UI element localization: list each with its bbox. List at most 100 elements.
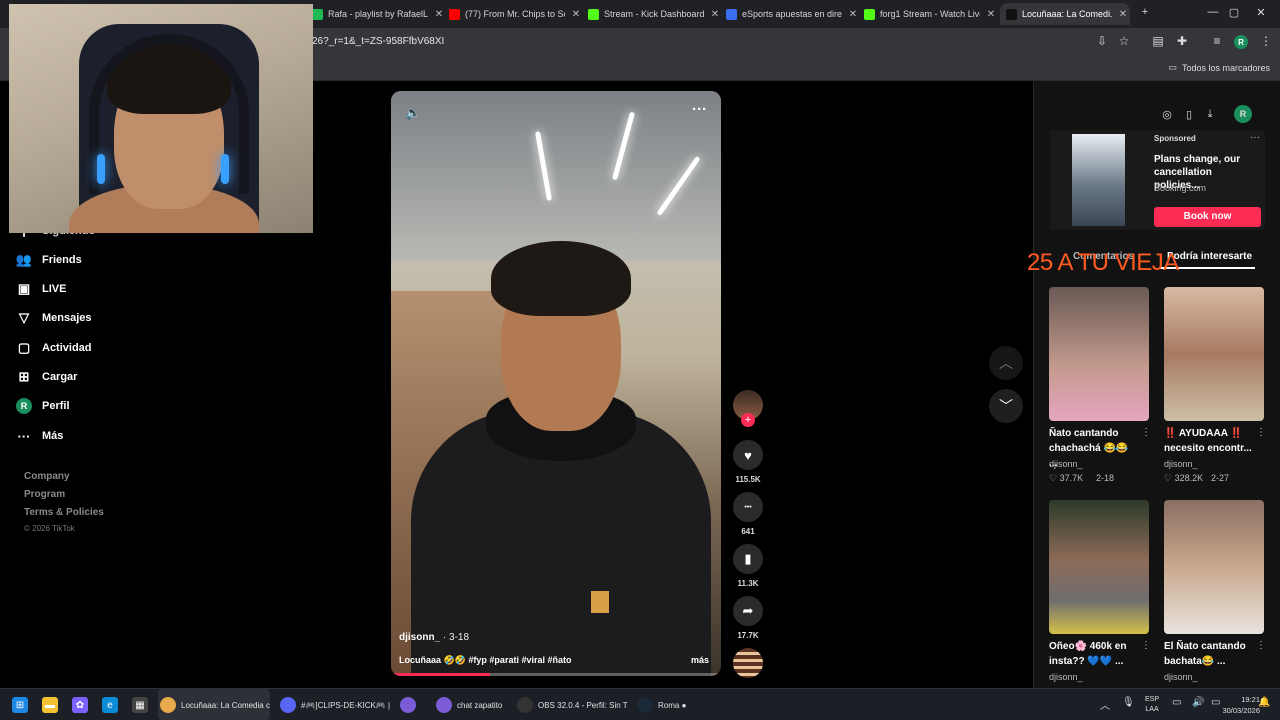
mute-icon[interactable]: 🔈 bbox=[405, 105, 421, 121]
profile-avatar[interactable]: R bbox=[1234, 35, 1248, 49]
grid-video-title[interactable]: Oñeo🌸 460k en insta?? 💙💙 ... bbox=[1049, 639, 1139, 669]
notifications-icon[interactable]: 🔔 bbox=[1258, 697, 1270, 708]
like-action[interactable]: ♥ 115.5K bbox=[733, 440, 763, 484]
creator-avatar[interactable]: + bbox=[733, 390, 763, 427]
clock[interactable]: 19:21 30/03/2026 bbox=[1220, 694, 1260, 716]
video-progress-bar[interactable] bbox=[391, 673, 721, 676]
grid-options-icon[interactable]: ⋮ bbox=[1256, 640, 1266, 651]
extensions-icon[interactable]: ✚ bbox=[1174, 34, 1190, 48]
tab-you-may-like[interactable]: Podría interesarte bbox=[1167, 251, 1252, 262]
url-field[interactable]: 26?_r=1&_t=ZS-958FfbV68XI bbox=[312, 36, 444, 47]
cast-icon[interactable]: ▤ bbox=[1150, 34, 1166, 48]
ad-options-icon[interactable]: ··· bbox=[1250, 132, 1260, 143]
tab-close-icon[interactable]: ✕ bbox=[984, 9, 998, 20]
footer-link[interactable]: Company bbox=[24, 471, 70, 482]
taskbar-app[interactable] bbox=[400, 697, 421, 713]
grid-video-user[interactable]: djisonn_ bbox=[1049, 672, 1083, 682]
all-bookmarks-link[interactable]: ▭ Todos los marcadores bbox=[1168, 62, 1270, 73]
download-icon[interactable]: ⤓ bbox=[1203, 108, 1217, 121]
follow-plus-icon[interactable]: + bbox=[741, 413, 755, 427]
browser-tab[interactable]: Stream - Kick Dashboard ✕ bbox=[588, 3, 722, 25]
close-window-icon[interactable]: ✕ bbox=[1254, 6, 1268, 19]
grid-video-thumbnail[interactable] bbox=[1049, 500, 1149, 634]
share-action[interactable]: ➦ 17.7K bbox=[733, 596, 763, 640]
browser-tab[interactable]: forg1 Stream - Watch Live... ✕ bbox=[864, 3, 998, 25]
browser-tab[interactable]: Rafa - playlist by RafaelLa... ✕ bbox=[312, 3, 446, 25]
install-app-icon[interactable]: ⇩ bbox=[1094, 34, 1110, 48]
grid-options-icon[interactable]: ⋮ bbox=[1141, 427, 1151, 438]
taskbar-app[interactable]: OBS 32.0.4 - Perfil: Sin T bbox=[517, 697, 628, 713]
comment-icon[interactable]: ••• bbox=[733, 492, 763, 522]
caption-more-link[interactable]: más bbox=[691, 655, 709, 665]
grid-video-title[interactable]: El Ñato cantando bachata😂 ... bbox=[1164, 639, 1254, 669]
tab-close-icon[interactable]: ✕ bbox=[846, 9, 860, 20]
sidebar-item-friends[interactable]: 👥 Friends bbox=[16, 252, 82, 268]
sidebar-item-perfil[interactable]: R Perfil bbox=[16, 398, 70, 414]
video-player[interactable]: 🔈 ··· djisonn_ · 3-18 Locuñaaa 🤣🤣 #fyp #… bbox=[391, 91, 721, 676]
comment-action[interactable]: ••• 641 bbox=[733, 492, 763, 536]
taskbar-app[interactable]: #🎮]CLIPS-DE-KICK🎮 | bbox=[280, 697, 390, 713]
browser-tab[interactable]: eSports apuestas en direc... ✕ bbox=[726, 3, 860, 25]
next-video-button[interactable]: ﹀ bbox=[989, 389, 1023, 423]
grid-video-thumbnail[interactable] bbox=[1049, 287, 1149, 421]
grid-options-icon[interactable]: ⋮ bbox=[1141, 640, 1151, 651]
grid-video-title[interactable]: ‼️ AYUDAAA ‼️ necesito encontr... bbox=[1164, 426, 1254, 456]
microphone-icon[interactable]: 🎙 bbox=[1122, 697, 1135, 708]
footer-link[interactable]: Terms & Policies bbox=[24, 507, 104, 518]
sidebar-item-actividad[interactable]: ▢ Actividad bbox=[16, 340, 92, 356]
menu-kebab-icon[interactable]: ⋮ bbox=[1258, 34, 1274, 48]
bookmark-icon[interactable]: ▮ bbox=[733, 544, 763, 574]
sidebar-item-label: Más bbox=[42, 430, 64, 442]
minimize-icon[interactable]: — bbox=[1206, 6, 1220, 18]
star-bookmark-icon[interactable]: ☆ bbox=[1116, 34, 1132, 48]
compass-icon[interactable]: ◎ bbox=[1160, 108, 1174, 121]
tab-title: Stream - Kick Dashboard bbox=[604, 9, 704, 19]
previous-video-button[interactable]: ︿ bbox=[989, 346, 1023, 380]
grid-options-icon[interactable]: ⋮ bbox=[1256, 427, 1266, 438]
start-button[interactable]: ⊞ bbox=[12, 697, 28, 713]
sidebar-item-cargar[interactable]: ⊞ Cargar bbox=[16, 369, 78, 385]
grid-video-user[interactable]: djisonn_ bbox=[1164, 672, 1198, 682]
tab-close-icon[interactable]: ✕ bbox=[569, 9, 583, 20]
footer-link[interactable]: Program bbox=[24, 489, 65, 500]
sidebar-item-mensajes[interactable]: ▽ Mensajes bbox=[16, 310, 92, 326]
copilot-button[interactable]: ✿ bbox=[72, 697, 88, 713]
video-author[interactable]: djisonn_ · 3-18 bbox=[399, 632, 469, 643]
video-more-options-icon[interactable]: ··· bbox=[692, 101, 707, 118]
tab-close-icon[interactable]: ✕ bbox=[432, 9, 446, 20]
browser-tab[interactable]: Locuñaaa: La Comedi... ✕ bbox=[1000, 3, 1130, 25]
volume-icon[interactable]: 🔊 bbox=[1192, 697, 1204, 708]
sound-disc[interactable] bbox=[733, 648, 763, 678]
like-icon[interactable]: ♥ bbox=[733, 440, 763, 470]
taskbar-app[interactable]: Roma ● bbox=[637, 697, 686, 713]
new-tab-icon[interactable]: + bbox=[1138, 6, 1152, 18]
book-now-button[interactable]: Book now bbox=[1154, 207, 1261, 227]
browser-tab[interactable]: (77) From Mr. Chips to Sc... ✕ bbox=[449, 3, 583, 25]
grid-video-thumbnail[interactable] bbox=[1164, 500, 1264, 634]
tab-close-icon[interactable]: ✕ bbox=[1116, 9, 1130, 20]
mobile-icon[interactable]: ▯ bbox=[1182, 108, 1196, 121]
media-icon[interactable]: ≡ bbox=[1209, 34, 1225, 48]
file-explorer-button[interactable]: ▬ bbox=[42, 697, 58, 713]
grid-video-user[interactable]: djisonn_ bbox=[1049, 459, 1083, 469]
bookmark-action[interactable]: ▮ 11.3K bbox=[733, 544, 763, 588]
grid-video-thumbnail[interactable] bbox=[1164, 287, 1264, 421]
network-icon[interactable]: ▭ bbox=[1172, 697, 1181, 708]
taskbar-app[interactable]: chat zapatito bbox=[436, 697, 502, 713]
maximize-icon[interactable]: ▢ bbox=[1227, 6, 1241, 19]
store-button[interactable]: ▦ bbox=[132, 697, 148, 713]
taskbar-app-icon bbox=[517, 697, 533, 713]
sidebar-item-ms[interactable]: ··· Más bbox=[16, 428, 64, 444]
sidebar-item-label: LIVE bbox=[42, 283, 67, 295]
sidebar-item-live[interactable]: ▣ LIVE bbox=[16, 281, 67, 297]
webcam-overlay bbox=[9, 4, 313, 233]
taskbar-app-icon bbox=[400, 697, 416, 713]
edge-button[interactable]: e bbox=[102, 697, 118, 713]
copyright: © 2026 TikTok bbox=[24, 524, 75, 533]
share-icon[interactable]: ➦ bbox=[733, 596, 763, 626]
tab-close-icon[interactable]: ✕ bbox=[708, 9, 722, 20]
language-indicator[interactable]: ESP LAA bbox=[1145, 695, 1159, 715]
grid-video-user[interactable]: djisonn_ bbox=[1164, 459, 1198, 469]
tray-chevron-icon[interactable]: ︿ bbox=[1100, 697, 1110, 712]
tiktok-profile-avatar[interactable]: R bbox=[1234, 105, 1252, 123]
